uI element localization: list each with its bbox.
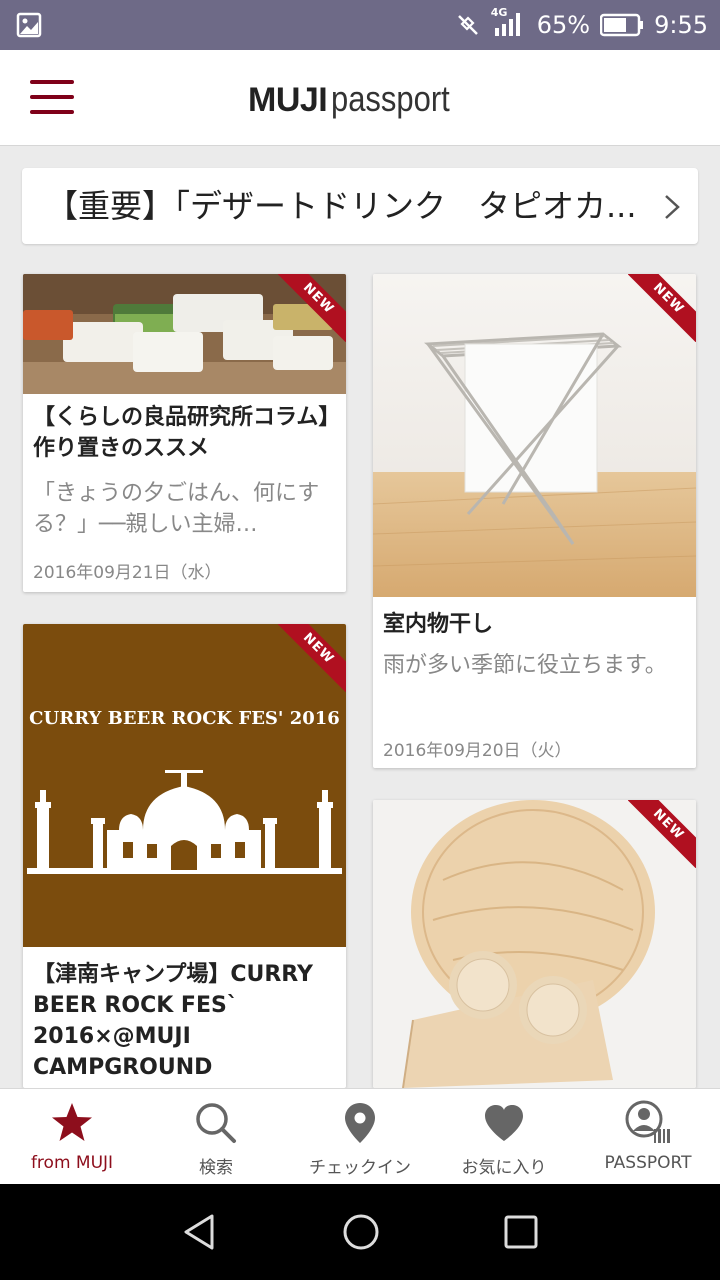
new-badge: NEW — [278, 274, 346, 342]
chevron-right-icon — [665, 195, 680, 219]
star-icon — [52, 1103, 92, 1141]
search-icon — [196, 1103, 236, 1143]
card-description: 「きょうの夕ごはん、何にする？」──親しい主婦… — [33, 481, 320, 537]
hamburger-menu-icon[interactable] — [30, 80, 74, 116]
article-card[interactable]: NEW — [373, 800, 696, 1088]
nav-passport[interactable]: PASSPORT — [576, 1089, 720, 1185]
article-card[interactable]: NEW 【くらしの良品研究所コラム】作り置きのススメ 「きょうの夕ごはん、何にす… — [23, 274, 346, 592]
card-date: 2016年09月20日（火） — [383, 741, 572, 761]
notice-text: 【重要】「デザートドリンク タピオカ... — [46, 187, 637, 225]
battery-icon — [600, 13, 644, 37]
card-title: 室内物干し — [383, 612, 494, 637]
article-card[interactable]: NEW 室内物干し 雨が多い季節に役立ちます。 2016年09月20日（火） — [373, 274, 696, 768]
recents-icon[interactable] — [501, 1212, 541, 1252]
location-pin-icon — [345, 1103, 375, 1143]
clock: 9:55 — [654, 11, 708, 39]
article-card[interactable]: CURRY BEER ROCK FES' 2016 NEW 【津南キャンプ場】C… — [23, 624, 346, 1088]
bottom-navigation: from MUJI 検索 チェックイン お気に入り PASSPORT — [0, 1088, 720, 1184]
new-badge: NEW — [628, 274, 696, 342]
system-navigation-bar — [0, 1184, 720, 1280]
app-bar: MUJI passport — [0, 50, 720, 146]
passport-user-icon — [625, 1100, 670, 1143]
new-badge: NEW — [628, 800, 696, 868]
gallery-notification-icon — [16, 12, 42, 38]
nav-search[interactable]: 検索 — [144, 1089, 288, 1185]
card-date: 2016年09月21日（水） — [33, 563, 222, 583]
home-icon[interactable] — [341, 1212, 381, 1252]
heart-icon — [485, 1105, 523, 1141]
brand-logo: MUJI passport — [248, 78, 450, 119]
card-title: 【津南キャンプ場】CURRY BEER ROCK FES` 2016×@MUJI… — [33, 962, 313, 1080]
card-description: 雨が多い季節に役立ちます。 — [383, 653, 667, 678]
notice-banner[interactable]: 【重要】「デザートドリンク タピオカ... — [22, 168, 698, 244]
nav-checkin[interactable]: チェックイン — [288, 1089, 432, 1185]
card-title: 【くらしの良品研究所コラム】作り置きのススメ — [33, 405, 330, 461]
vibrate-off-icon — [457, 15, 478, 35]
status-bar: 4G 65% 9:55 — [0, 0, 720, 50]
nav-favorites[interactable]: お気に入り — [432, 1089, 576, 1185]
battery-percent: 65% — [536, 11, 591, 39]
signal-icon: 4G — [491, 6, 527, 40]
nav-from-muji[interactable]: from MUJI — [0, 1089, 144, 1185]
back-icon[interactable] — [180, 1212, 220, 1252]
new-badge: NEW — [278, 624, 346, 692]
